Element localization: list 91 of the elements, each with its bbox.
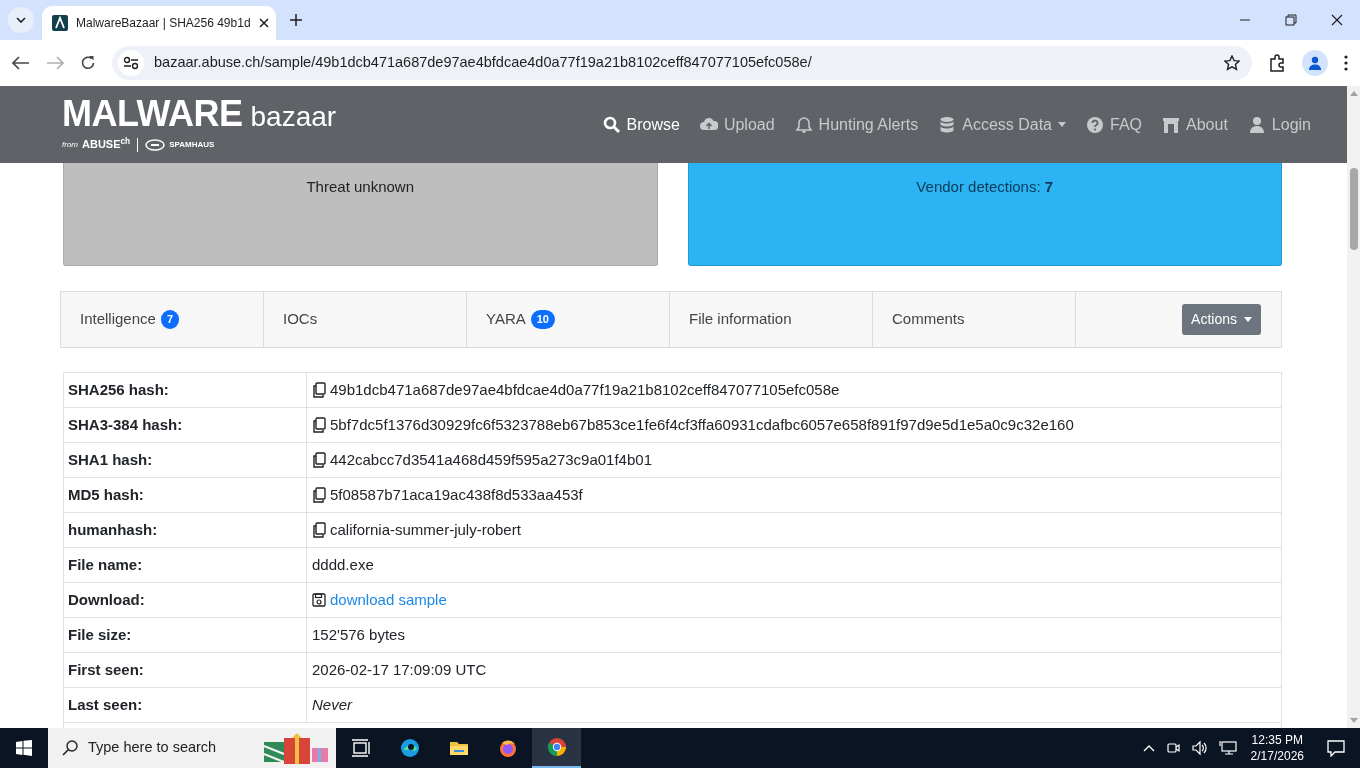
- field-label: SHA256 hash:: [64, 373, 307, 407]
- camera-icon[interactable]: [1164, 740, 1181, 756]
- field-label: MD5 hash:: [64, 478, 307, 512]
- taskbar-app-button[interactable]: [532, 728, 581, 768]
- logo-text: MALWARE: [62, 96, 243, 133]
- task-view-icon: [350, 738, 371, 758]
- time-text: 12:35 PM: [1251, 732, 1303, 748]
- field-value: Never: [312, 694, 352, 715]
- nav-link[interactable]: Browse: [602, 112, 680, 137]
- network-icon[interactable]: [1218, 740, 1237, 756]
- person-icon: [1308, 56, 1322, 70]
- abuse-logo-text: ABUSE$^{ch}$: [82, 136, 131, 153]
- copy-icon[interactable]: [312, 487, 326, 503]
- caret-down-icon: [1244, 317, 1252, 322]
- user-icon: [1247, 115, 1266, 134]
- site-logo-icon: [52, 15, 68, 31]
- new-tab-icon[interactable]: [290, 14, 302, 26]
- windows-logo-icon: [16, 740, 32, 756]
- notifications-icon[interactable]: [1326, 739, 1346, 757]
- search-icon: [62, 740, 78, 756]
- nav-link[interactable]: Access Data: [938, 112, 1066, 137]
- close-icon[interactable]: [258, 18, 269, 28]
- field-label: File name:: [64, 548, 307, 582]
- back-icon[interactable]: [12, 56, 30, 70]
- search-placeholder: Type here to search: [88, 738, 217, 758]
- database-icon: [938, 115, 957, 134]
- card-text: Threat unknown: [306, 177, 415, 197]
- chevron-down-icon: [16, 17, 26, 23]
- field-value: 49b1dcb471a687de97ae4bfdcae4d0a77f19a21b8102ceff847077105efc058e: [330, 379, 840, 400]
- field-label: SHA3-384 hash:: [64, 408, 307, 442]
- help-icon: [1086, 115, 1104, 134]
- field-label: Last seen:: [64, 688, 307, 722]
- nav-link[interactable]: Hunting Alerts: [794, 112, 919, 137]
- clock[interactable]: 12:35 PM 2/17/2026: [1246, 732, 1308, 764]
- copy-icon[interactable]: [312, 522, 326, 538]
- tab[interactable]: File information: [670, 292, 873, 347]
- chrome-icon: [546, 737, 567, 757]
- date-text: 2/17/2026: [1250, 748, 1304, 764]
- field-value: california-summer-july-robert: [330, 519, 521, 540]
- nav-link[interactable]: Upload: [699, 112, 775, 137]
- tab[interactable]: Intelligence 7: [61, 292, 264, 347]
- field-label: Download:: [64, 583, 307, 617]
- more-icon[interactable]: [1344, 55, 1348, 71]
- field-value: 2026-02-17 17:09:09 UTC: [312, 659, 487, 680]
- tab[interactable]: IOCs: [264, 292, 467, 347]
- tab-list-button[interactable]: [8, 7, 34, 33]
- copy-icon[interactable]: [312, 452, 326, 468]
- nav-link[interactable]: About: [1162, 112, 1228, 137]
- scrollbar[interactable]: [1347, 86, 1360, 728]
- volume-icon[interactable]: [1190, 740, 1209, 756]
- star-icon[interactable]: [1224, 55, 1240, 71]
- chevron-up-icon[interactable]: [1142, 744, 1155, 752]
- field-value: 442cabcc7d3541a468d459f595a273c9a01f4b01: [330, 449, 652, 470]
- copy-icon[interactable]: [312, 382, 326, 398]
- building-icon: [1162, 115, 1181, 134]
- scrollbar-thumb[interactable]: [1349, 168, 1358, 250]
- actions-button[interactable]: Actions: [1182, 304, 1261, 335]
- copy-icon[interactable]: [312, 417, 326, 433]
- spamhaus-logo-text: SPAMHAUS: [169, 138, 215, 151]
- tab[interactable]: Comments: [873, 292, 1076, 347]
- bell-icon: [794, 115, 813, 134]
- field-label: SHA1 hash:: [64, 443, 307, 477]
- profile-button[interactable]: [1302, 50, 1328, 76]
- byline-text: from: [62, 138, 78, 151]
- taskbar-search-field[interactable]: Type here to search: [48, 728, 336, 768]
- browser-icon: [399, 738, 420, 758]
- count-badge: 7: [160, 310, 179, 329]
- field-label: humanhash:: [64, 513, 307, 547]
- browser-icon: [497, 738, 518, 758]
- tab-title: MalwareBazaar | SHA256 49b1d: [76, 15, 251, 32]
- spamhaus-logo-icon: [145, 138, 166, 151]
- address-bar[interactable]: bazaar.abuse.ch/sample/49b1dcb471a687de97ae4bfdcae4d0a77f19a21b8102ceff847077105efc058e/: [112, 46, 1252, 80]
- field-label: First seen:: [64, 653, 307, 687]
- field-label: File size:: [64, 618, 307, 652]
- field-value: 5f08587b71aca19ac438f8d533aa453f: [330, 484, 583, 505]
- nav-link[interactable]: Login: [1247, 112, 1311, 137]
- url-text: bazaar.abuse.ch/sample/49b1dcb471a687de97ae4bfdcae4d0a77f19a21b8102ceff847077105efc058e/: [154, 53, 813, 73]
- logo-subtitle: bazaar: [250, 102, 337, 133]
- download-link[interactable]: download sample: [330, 588, 447, 612]
- search-icon: [602, 115, 621, 134]
- card-text: Vendor detections: 7: [916, 177, 1054, 197]
- nav-link[interactable]: FAQ: [1086, 112, 1143, 137]
- field-value: 5bf7dc5f1376d30929fc6f5323788eb67b853ce1fe6f4cf3ffa60931cdafbc6057e658f891f97d9e5d1e5a0c9c32e160: [330, 414, 1074, 435]
- site-settings-icon[interactable]: [123, 56, 139, 70]
- count-badge: 10: [530, 310, 555, 329]
- field-value: 152'576 bytes: [312, 624, 405, 645]
- tab[interactable]: YARA 10: [467, 292, 670, 347]
- field-value: dddd.exe: [312, 554, 374, 575]
- extensions-icon[interactable]: [1268, 54, 1286, 72]
- browser-tab[interactable]: MalwareBazaar | SHA256 49b1d: [42, 6, 276, 40]
- reload-icon[interactable]: [80, 55, 96, 71]
